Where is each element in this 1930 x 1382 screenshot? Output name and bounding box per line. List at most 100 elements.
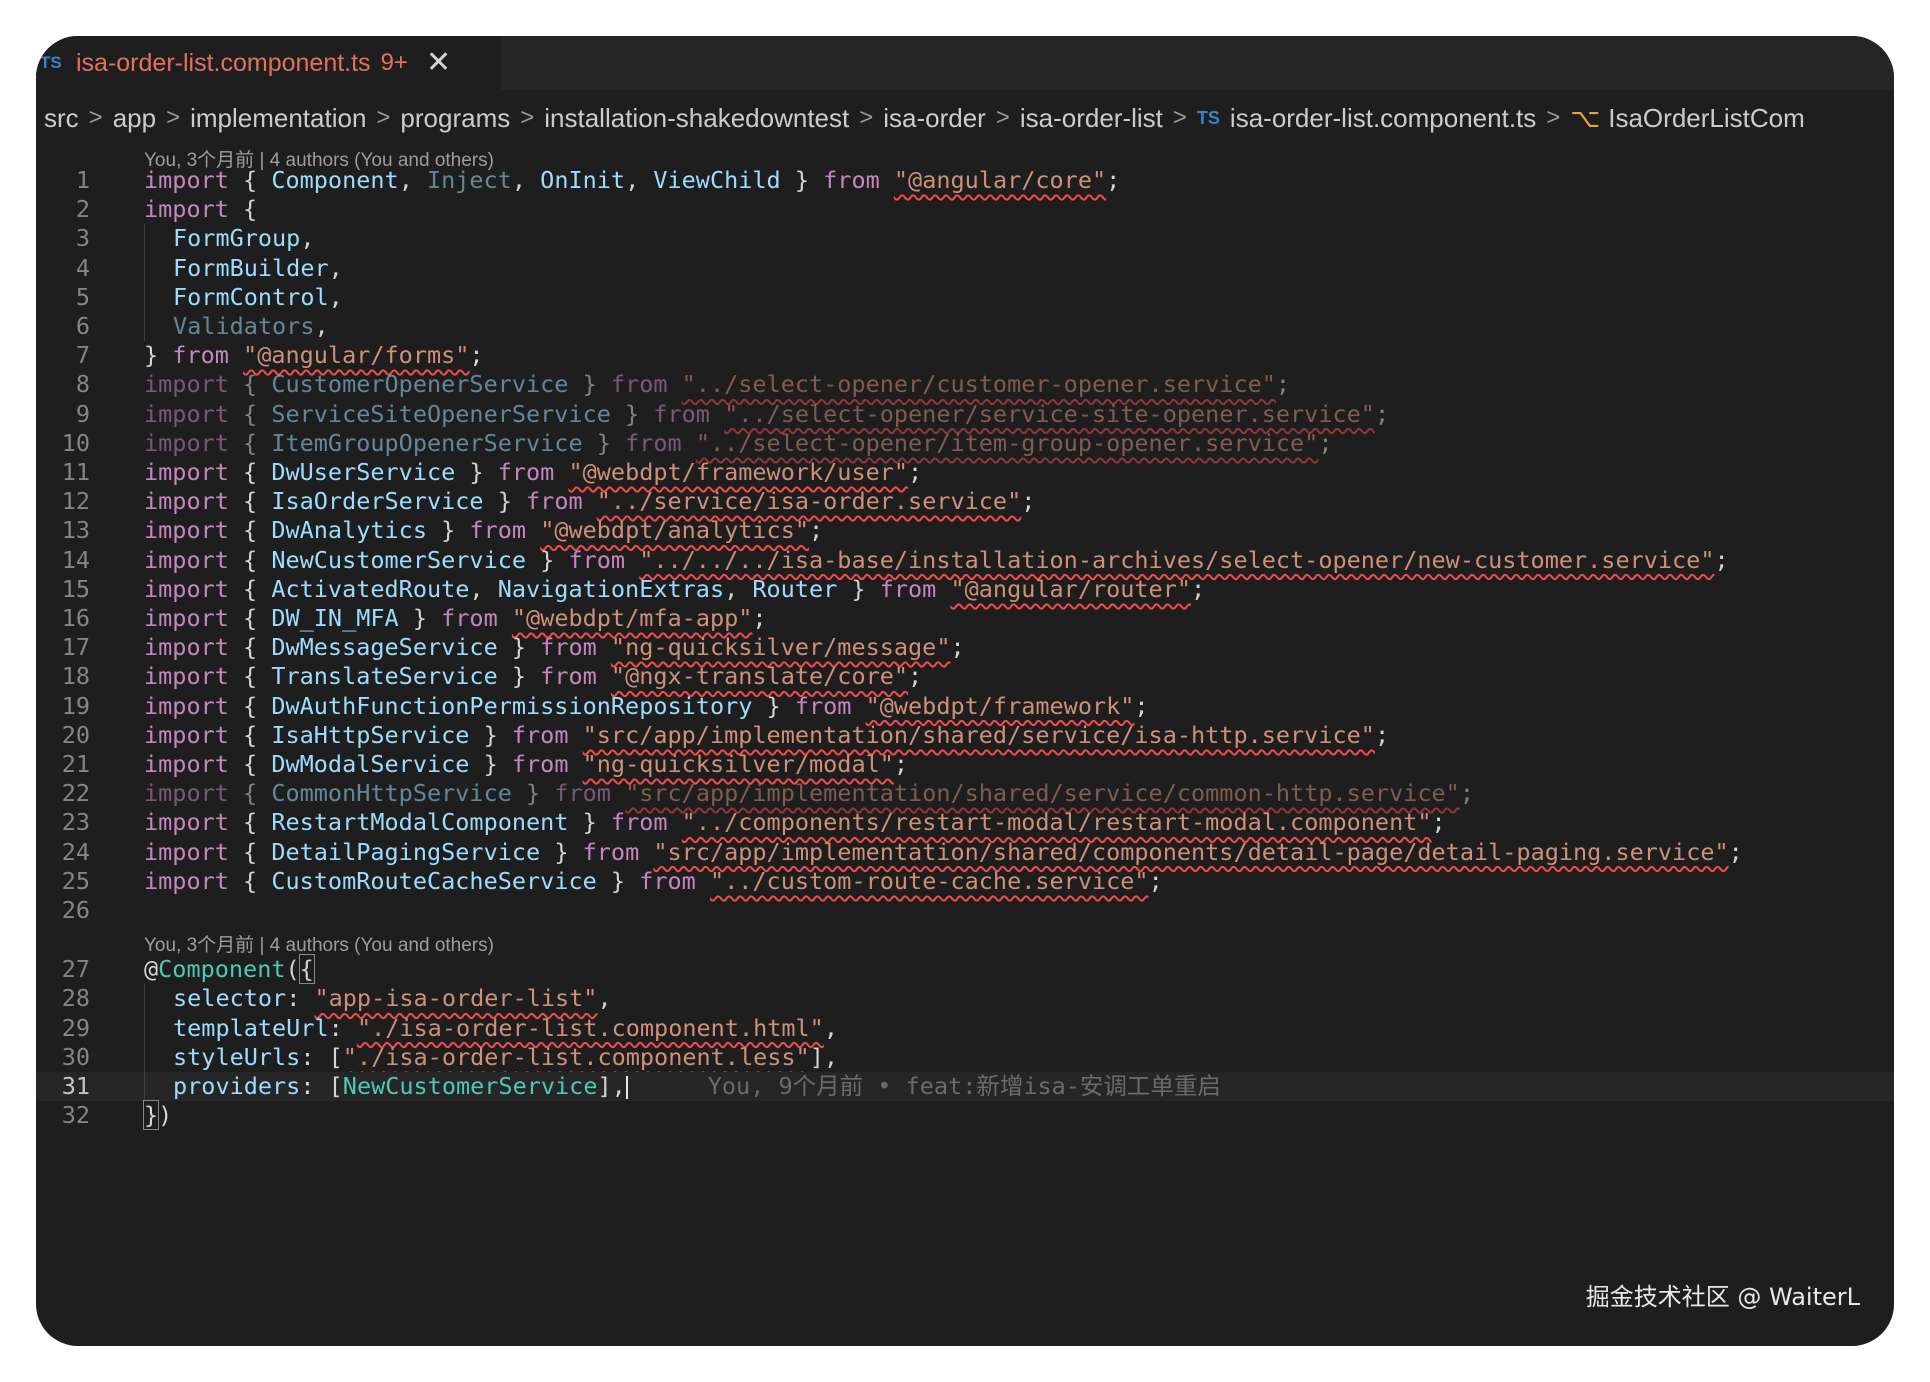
code-token: DW_IN_MFA <box>271 604 399 632</box>
code-token: from <box>653 399 710 428</box>
code-line[interactable]: 8 import { CustomerOpenerService } from "… <box>36 370 1894 399</box>
indent-guide <box>144 253 173 283</box>
code-token: NewCustomerService <box>271 545 527 574</box>
code-line[interactable]: 31 providers: [NewCustomerService], You, 9… <box>36 1072 1894 1102</box>
code-token: "@webdpt/framework/user" <box>568 458 909 486</box>
code-punctuation: ; <box>1148 866 1163 895</box>
class-symbol-icon: ⌥ <box>1570 102 1601 133</box>
code-line[interactable]: 29 templateUrl: "./isa-order-list.compone… <box>36 1013 1894 1043</box>
code-token: from <box>526 487 583 516</box>
code-text: import { CustomerOpenerService } from ".… <box>144 370 1290 399</box>
code-line[interactable]: 4 FormBuilder, <box>36 253 1894 283</box>
code-punctuation: { <box>228 574 272 603</box>
code-line[interactable]: 3 FormGroup, <box>36 224 1894 254</box>
breadcrumb-item-installation-shakedowntest[interactable]: installation-shakedowntest <box>544 103 849 134</box>
code-line[interactable]: 18 import { TranslateService } from "@ngx… <box>36 662 1894 691</box>
code-punctuation: ; <box>752 604 767 632</box>
line-number: 27 <box>61 955 90 984</box>
code-punctuation: ; <box>469 341 484 370</box>
code-punctuation <box>880 166 894 194</box>
code-punctuation: , <box>469 574 498 603</box>
line-number: 31 <box>61 1072 90 1100</box>
code-line[interactable]: 24 import { DetailPagingService } from "s… <box>36 838 1894 867</box>
tab-isa-order-list-component[interactable]: TS isa-order-list.component.ts 9+ ✕ <box>36 36 502 90</box>
code-line[interactable]: 1 import { Component, Inject, OnInit, Vie… <box>36 166 1894 195</box>
code-token: from <box>172 341 229 370</box>
code-punctuation <box>668 808 682 836</box>
code-punctuation: { <box>228 866 272 895</box>
breadcrumb-item-isa-order-list[interactable]: isa-order-list <box>1020 103 1163 134</box>
code-token: "@webdpt/framework" <box>865 691 1135 720</box>
code-line[interactable]: 22 import { CommonHttpService } from "src… <box>36 779 1894 808</box>
code-token: from <box>469 516 527 545</box>
line-number: 4 <box>75 253 90 282</box>
code-line[interactable]: 9 import { ServiceSiteOpenerService } fro… <box>36 400 1894 429</box>
code-token: import <box>144 750 229 778</box>
code-text: import { DwUserService } from "@webdpt/f… <box>144 458 922 487</box>
code-token: from <box>540 662 597 691</box>
code-line[interactable]: 26 <box>36 896 1894 925</box>
code-punctuation: ; <box>1459 779 1474 808</box>
code-line[interactable]: 27 @Component({ <box>36 954 1894 985</box>
code-line[interactable]: 25 import { CustomRouteCacheService } fro… <box>36 867 1894 896</box>
code-line[interactable]: 23 import { RestartModalComponent } from … <box>36 808 1894 837</box>
code-punctuation: ; <box>908 458 923 486</box>
code-line[interactable]: 32}) <box>36 1100 1894 1131</box>
code-line[interactable]: 6 Validators, <box>36 312 1894 342</box>
code-text: Validators, <box>144 312 329 342</box>
breadcrumb-item-app[interactable]: app <box>113 103 156 134</box>
code-punctuation <box>583 487 597 515</box>
code-token: styleUrls <box>173 1042 301 1071</box>
code-line[interactable]: 16 import { DW_IN_MFA } from "@webdpt/mfa… <box>36 604 1894 633</box>
code-token: DetailPagingService <box>271 837 541 866</box>
code-punctuation: : <box>286 984 315 1013</box>
code-line[interactable]: 7} from "@angular/forms"; <box>36 341 1894 370</box>
breadcrumb-item-programs[interactable]: programs <box>400 103 510 134</box>
code-text: import { ServiceSiteOpenerService } from… <box>144 400 1389 429</box>
code-punctuation: { <box>228 662 272 691</box>
code-punctuation: , <box>724 574 753 603</box>
code-line[interactable]: 15 import { ActivatedRoute, NavigationExt… <box>36 575 1894 604</box>
breadcrumb-item-src[interactable]: src <box>44 103 79 134</box>
breadcrumb-item-symbol[interactable]: IsaOrderListCom <box>1608 103 1805 134</box>
code-line[interactable]: 13 import { DwAnalytics } from "@webdpt/a… <box>36 516 1894 545</box>
code-token: { <box>298 954 315 985</box>
code-line[interactable]: 17 import { DwMessageService } from "ng-q… <box>36 633 1894 662</box>
code-punctuation: } <box>469 750 512 778</box>
code-token: providers <box>173 1072 301 1100</box>
chevron-right-icon: > <box>376 104 391 131</box>
breadcrumb-item-isa-order[interactable]: isa-order <box>883 103 986 134</box>
code-token: IsaOrderService <box>271 487 484 516</box>
code-line[interactable]: 2 import { <box>36 195 1894 224</box>
code-line[interactable]: 20 import { IsaHttpService } from "src/ap… <box>36 721 1894 750</box>
code-token: "src/app/implementation/shared/service/i… <box>582 720 1375 749</box>
code-token: Component <box>158 955 286 984</box>
chevron-right-icon: > <box>1172 104 1187 131</box>
line-number: 10 <box>61 428 90 457</box>
code-token: Inject <box>426 166 512 194</box>
code-line[interactable]: 5 FormControl, <box>36 282 1894 312</box>
code-punctuation: } <box>497 633 541 662</box>
breadcrumb-item-implementation[interactable]: implementation <box>190 103 366 134</box>
line-number: 9 <box>75 399 90 428</box>
breadcrumb-item-file[interactable]: isa-order-list.component.ts <box>1230 103 1536 134</box>
code-line[interactable]: 30 styleUrls: ["./isa-order-list.componen… <box>36 1042 1894 1072</box>
code-text: import { DwMessageService } from "ng-qui… <box>144 633 965 662</box>
line-number: 12 <box>61 487 90 516</box>
code-punctuation: , <box>597 984 612 1013</box>
code-token: ItemGroupOpenerService <box>271 428 583 457</box>
code-line[interactable]: 21 import { DwModalService } from "ng-qui… <box>36 750 1894 779</box>
code-line[interactable]: 11 import { DwUserService } from "@webdpt… <box>36 458 1894 487</box>
code-line[interactable]: 14 import { NewCustomerService } from "..… <box>36 546 1894 575</box>
code-token: selector <box>173 984 287 1013</box>
code-punctuation <box>568 750 582 778</box>
code-line[interactable]: 28 selector: "app-isa-order-list", <box>36 984 1894 1014</box>
line-number: 28 <box>61 984 90 1013</box>
code-line[interactable]: 10 import { ItemGroupOpenerService } from… <box>36 429 1894 458</box>
code-token: import <box>144 720 229 749</box>
code-line[interactable]: 19 import { DwAuthFunctionPermissionRepos… <box>36 692 1894 721</box>
indent-guide <box>144 282 173 312</box>
code-line[interactable]: 12 import { IsaOrderService } from "../se… <box>36 487 1894 516</box>
code-editor[interactable]: You, 3个月前 | 4 authors (You and others) Y… <box>36 146 1894 1346</box>
close-icon[interactable]: ✕ <box>426 48 451 78</box>
